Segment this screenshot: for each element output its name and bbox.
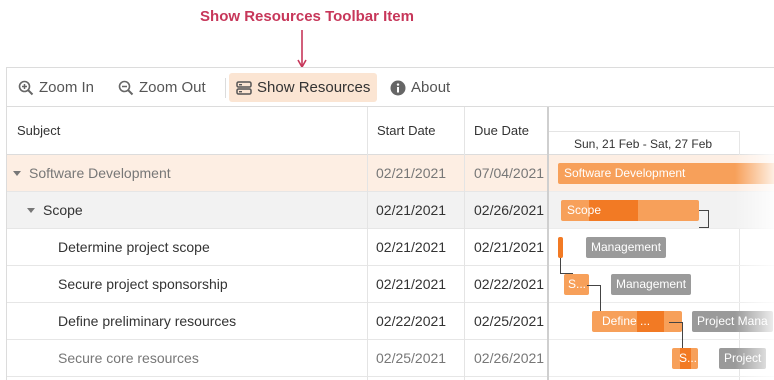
column-header-start-date[interactable]: Start Date (367, 107, 464, 155)
zoom-in-icon (18, 80, 34, 96)
zoom-in-button[interactable]: Zoom In (11, 73, 101, 102)
column-header-due-date[interactable]: Due Date (464, 107, 548, 155)
show-resources-button[interactable]: Show Resources (229, 73, 378, 102)
task-bar-label: Software Development (564, 166, 686, 180)
task-start-date: 02/25/2021 (376, 350, 447, 366)
column-header-subject[interactable]: Subject (7, 107, 367, 155)
task-grid: Subject Start Date Due Date Software Dev… (7, 107, 548, 380)
column-divider[interactable] (464, 107, 465, 380)
annotation-arrow-icon (297, 30, 307, 69)
task-start-date: 02/22/2021 (376, 313, 447, 329)
task-bar-label: S... (679, 351, 698, 365)
table-row[interactable]: Software Development 02/21/2021 07/04/20… (7, 155, 548, 192)
task-bar-label: Define ... (602, 314, 651, 328)
task-bar[interactable]: S... (564, 274, 589, 295)
task-bar[interactable]: Scope (561, 200, 699, 221)
task-due-date: 02/22/2021 (474, 276, 545, 292)
task-bar[interactable]: S... (672, 348, 698, 369)
task-due-date: 07/04/2021 (474, 165, 545, 181)
resource-tag: Management (586, 237, 667, 258)
collapse-arrow-icon[interactable] (27, 208, 35, 213)
dependency-line (699, 210, 709, 228)
info-icon (390, 80, 406, 96)
collapse-arrow-icon[interactable] (13, 171, 21, 176)
task-due-date: 02/21/2021 (474, 239, 545, 255)
grid-header: Subject Start Date Due Date (7, 107, 548, 155)
task-subject: Scope (43, 202, 83, 218)
annotation-title: Show Resources Toolbar Item (200, 8, 414, 25)
resource-tag: Management (611, 274, 692, 295)
gantt-chart-area: Sun, 21 Feb - Sat, 27 Feb Software Devel… (549, 107, 774, 380)
task-subject: Determine project scope (58, 239, 210, 255)
task-subject: Define preliminary resources (58, 313, 237, 329)
toolbar-separator (225, 78, 226, 98)
zoom-in-label: Zoom In (39, 79, 95, 96)
task-subject: Secure project sponsorship (58, 276, 228, 292)
table-row[interactable]: Secure project sponsorship 02/21/2021 02… (7, 266, 548, 303)
resources-icon (236, 80, 252, 96)
table-row[interactable]: Determine project scope 02/21/2021 02/21… (7, 229, 548, 266)
dependency-line (669, 322, 683, 348)
table-row[interactable]: Secure core resources 02/25/2021 02/26/2… (7, 340, 548, 377)
task-due-date: 02/25/2021 (474, 313, 545, 329)
task-subject: Software Development (29, 165, 171, 181)
zoom-out-button[interactable]: Zoom Out (111, 73, 213, 102)
task-start-date: 02/21/2021 (376, 202, 447, 218)
task-subject: Secure core resources (58, 350, 199, 366)
show-resources-label: Show Resources (257, 79, 371, 96)
task-due-date: 02/26/2021 (474, 202, 545, 218)
toolbar: Zoom In Zoom Out Show Resources About (7, 68, 774, 107)
dependency-line (560, 258, 573, 274)
task-due-date: 02/26/2021 (474, 350, 545, 366)
dependency-line (587, 285, 601, 311)
task-start-date: 02/21/2021 (376, 165, 447, 181)
column-divider[interactable] (367, 107, 368, 380)
task-bar[interactable] (558, 237, 563, 258)
chart-fade-overlay (735, 107, 774, 380)
task-start-date: 02/21/2021 (376, 276, 447, 292)
timescale-week-label: Sun, 21 Feb - Sat, 27 Feb (549, 131, 739, 155)
about-button[interactable]: About (383, 73, 457, 102)
zoom-out-icon (118, 80, 134, 96)
table-row[interactable]: Scope 02/21/2021 02/26/2021 (7, 192, 548, 229)
about-label: About (411, 79, 451, 96)
task-start-date: 02/21/2021 (376, 239, 447, 255)
task-bar-label: Scope (567, 203, 602, 217)
gantt-control: Zoom In Zoom Out Show Resources About Su… (6, 67, 774, 380)
table-row[interactable]: Define preliminary resources 02/22/2021 … (7, 303, 548, 340)
zoom-out-label: Zoom Out (139, 79, 206, 96)
task-bar-label: S... (568, 277, 587, 291)
